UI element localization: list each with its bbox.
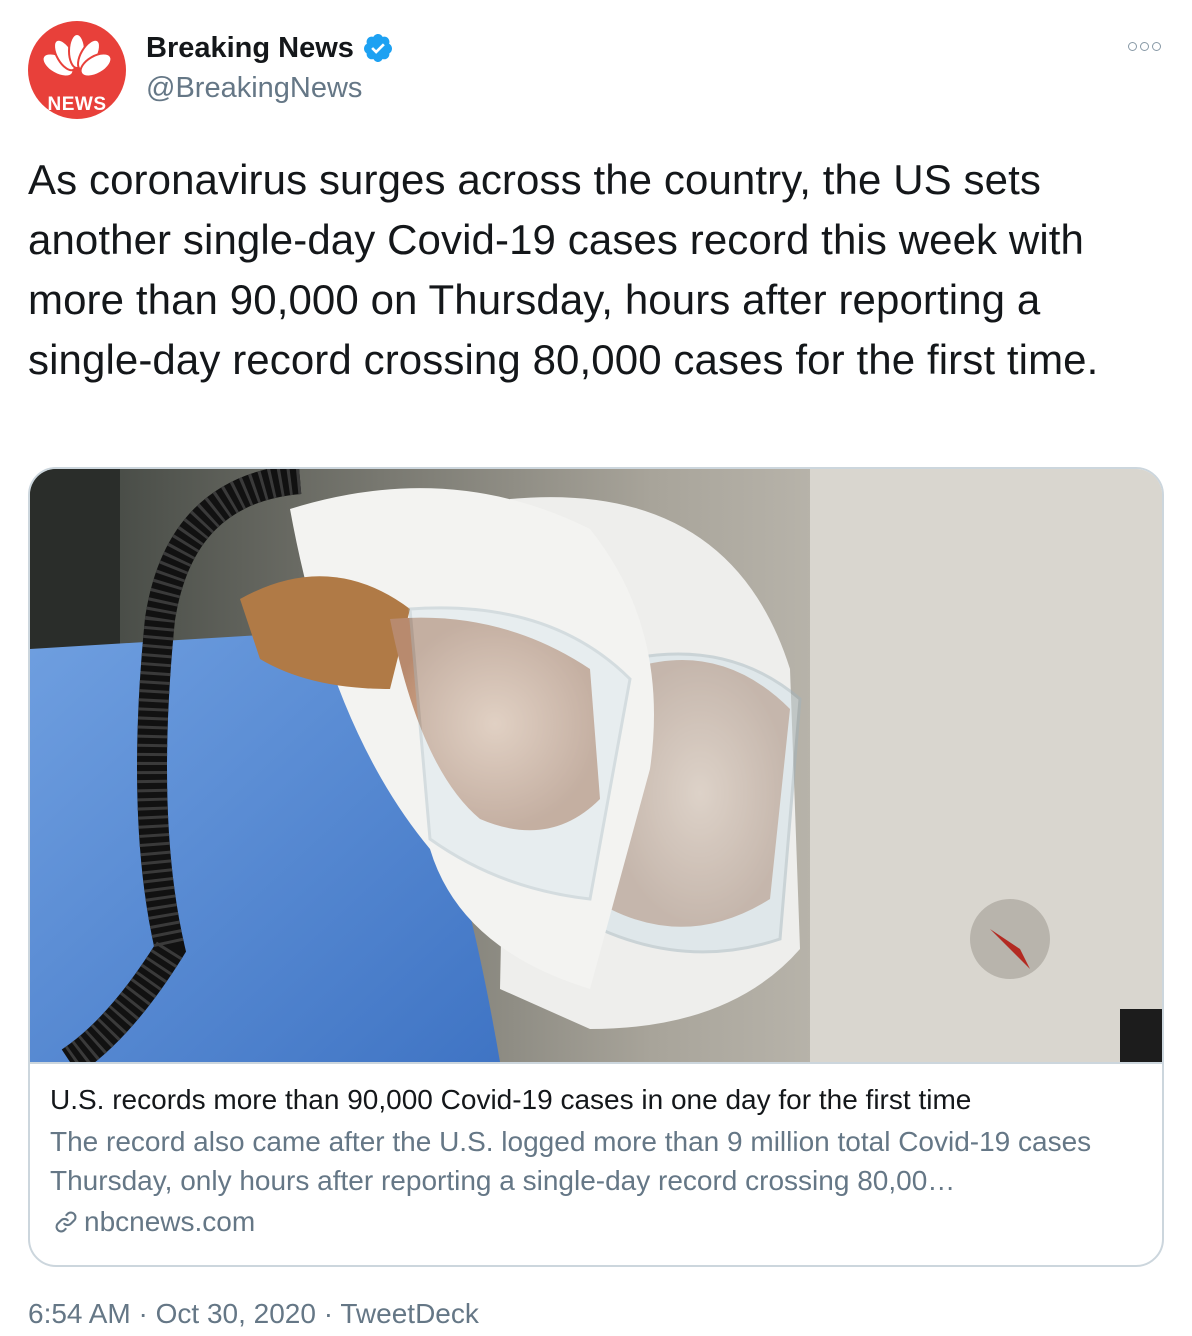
tweet-date[interactable]: Oct 30, 2020 [156,1298,316,1329]
display-name-text: Breaking News [146,32,354,64]
link-card[interactable]: U.S. records more than 90,000 Covid-19 c… [28,467,1164,1267]
card-domain[interactable]: nbcnews.com [52,1204,255,1240]
separator: · [323,1298,334,1329]
separator: · [138,1298,148,1329]
tweet-text: As coronavirus surges across the country… [28,156,1099,383]
display-name[interactable]: Breaking News [146,30,394,66]
avatar-label: NEWS [47,94,107,115]
tweet-source[interactable]: TweetDeck [340,1298,479,1329]
handle[interactable]: @BreakingNews [146,70,362,106]
tweet-time[interactable]: 6:54 AM [28,1298,131,1329]
more-options-icon[interactable] [1128,36,1164,56]
card-description: The record also came after the U.S. logg… [50,1126,1092,1196]
card-title[interactable]: U.S. records more than 90,000 Covid-19 c… [50,1082,1150,1118]
tweet: NEWS Breaking News @BreakingNews As coro… [0,0,1192,1336]
avatar[interactable]: NEWS [28,21,126,119]
card-image [30,469,1162,1062]
card-meta: U.S. records more than 90,000 Covid-19 c… [30,1062,1162,1265]
tweet-metadata: 6:54 AM · Oct 30, 2020 · TweetDeck [28,1296,479,1332]
link-icon [55,1211,77,1233]
verified-badge-icon [363,34,392,62]
card-domain-text: nbcnews.com [84,1206,256,1237]
